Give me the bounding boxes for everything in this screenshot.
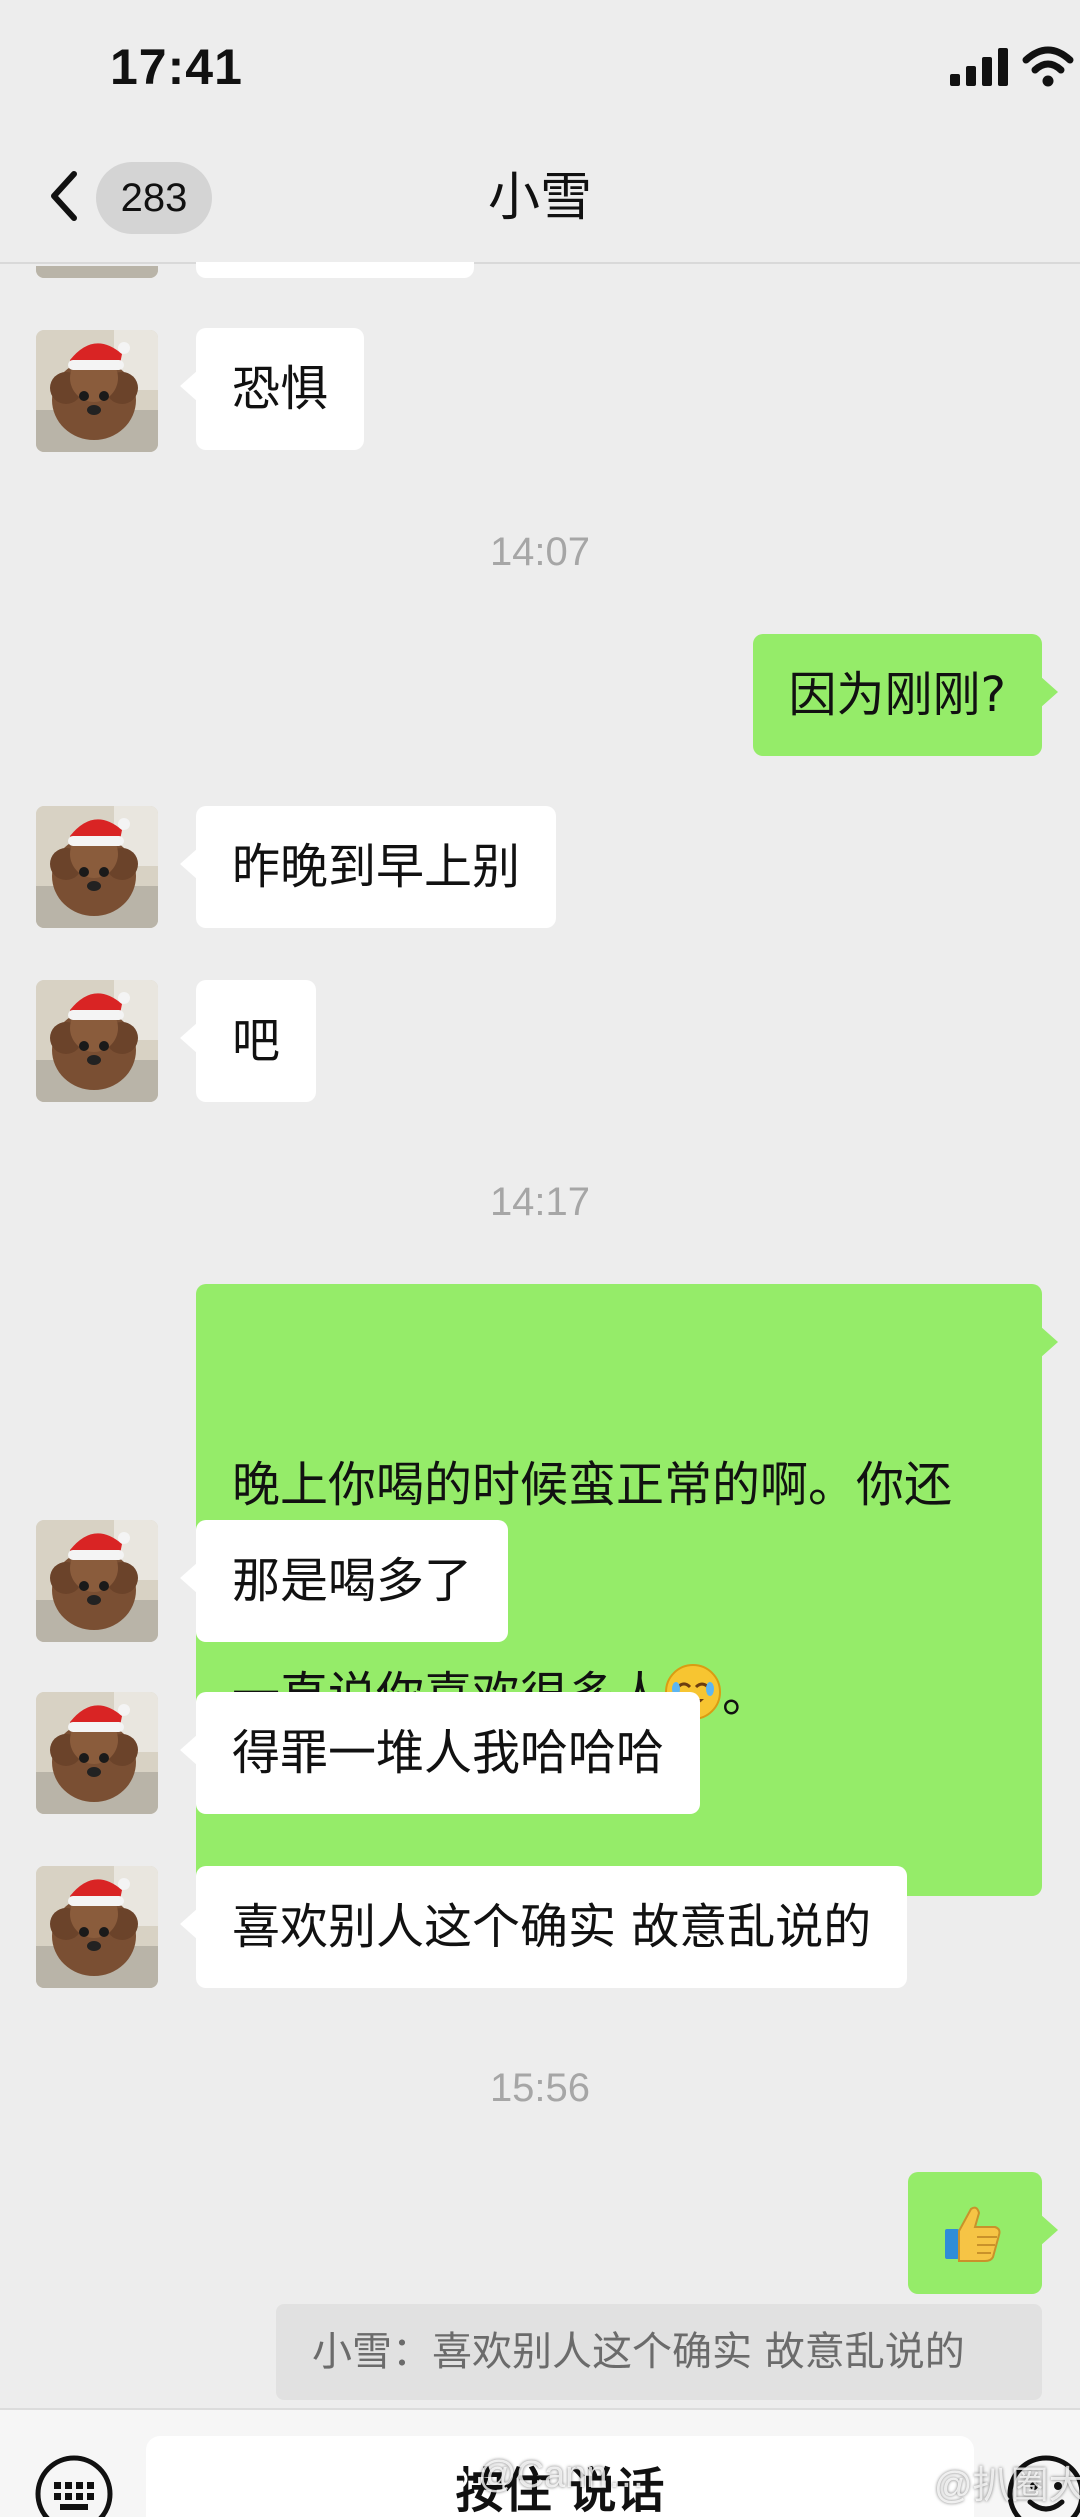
incoming-message-bubble[interactable]: 喜欢别人这个确实 故意乱说的 — [179, 1866, 908, 1988]
thumbs-up-emoji-icon — [945, 2206, 1001, 2262]
previous-bubble-edge — [196, 262, 474, 278]
message-timestamp: 14:17 — [489, 1180, 591, 1224]
contact-avatar[interactable] — [36, 1520, 158, 1642]
contact-avatar[interactable] — [36, 1866, 158, 1988]
incoming-message-bubble[interactable]: 得罪一堆人我哈哈哈 — [179, 1692, 701, 1814]
message-text: 。 — [722, 1667, 771, 1723]
weibo-icon — [432, 2466, 468, 2492]
contact-avatar[interactable] — [36, 980, 158, 1102]
incoming-message-bubble[interactable]: 昨晚到早上别 — [179, 806, 557, 928]
outgoing-message-bubble[interactable]: 因为刚刚? — [752, 634, 1059, 756]
signal-icon — [950, 48, 1008, 86]
message-timestamp: 15:56 — [489, 2066, 591, 2110]
weibo-icon — [888, 2477, 924, 2503]
chat-screen: 17:41 283 小雪 恐惧 14:07 因为刚刚? 昨晚到早上别 吧 14:… — [0, 0, 1080, 2517]
incoming-message-bubble[interactable]: 那是喝多了 — [179, 1520, 509, 1642]
outgoing-emoji-bubble[interactable] — [908, 2172, 1058, 2294]
wifi-icon — [1022, 46, 1074, 87]
status-time: 17:41 — [110, 39, 243, 95]
incoming-message-bubble[interactable]: 吧 — [179, 980, 317, 1102]
contact-avatar[interactable] — [36, 1692, 158, 1814]
chat-title: 小雪 — [487, 168, 592, 228]
message-line-1: 晚上你喝的时候蛮正常的啊。你还 — [232, 1457, 953, 1513]
nav-bar: 283 小雪 — [0, 140, 1080, 264]
contact-avatar[interactable] — [36, 330, 158, 452]
watermark-right: @扒圈大神 — [888, 2454, 1080, 2509]
watermark-left: @Cann… — [432, 2454, 645, 2497]
message-timestamp: 14:07 — [489, 530, 591, 574]
keyboard-icon[interactable] — [34, 2454, 114, 2517]
quoted-message[interactable]: 小雪：喜欢别人这个确实 故意乱说的 — [276, 2304, 1042, 2400]
contact-avatar[interactable] — [36, 806, 158, 928]
incoming-message-bubble[interactable]: 恐惧 — [179, 328, 365, 450]
status-bar: 17:41 — [0, 0, 1080, 140]
